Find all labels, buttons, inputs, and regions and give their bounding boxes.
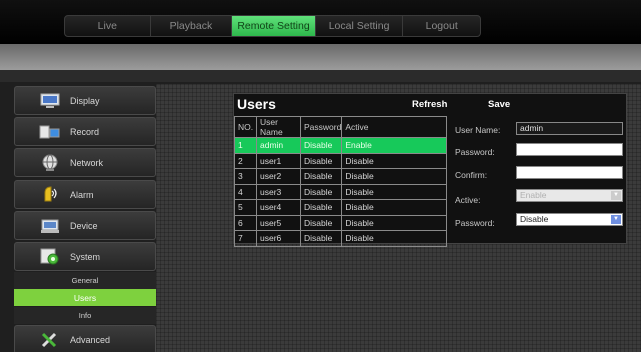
cell-no: 6 [234, 214, 257, 231]
table-row[interactable]: 6 user5 Disable Disable [234, 214, 447, 231]
header-band [0, 44, 641, 70]
active-select[interactable]: Enable ▼ [516, 189, 623, 202]
sidebar-subitem-users[interactable]: Users [14, 289, 156, 306]
cell-password: Disable [299, 137, 343, 154]
cell-active: Disable [341, 230, 447, 247]
password-mode-select[interactable]: Disable ▼ [516, 213, 623, 226]
password-field[interactable] [516, 143, 623, 156]
cell-password: Disable [299, 168, 343, 185]
cell-active: Disable [341, 183, 447, 200]
cell-password: Disable [299, 230, 343, 247]
main-nav: Live Playback Remote Setting Local Setti… [64, 15, 481, 37]
confirm-label: Confirm: [455, 170, 488, 180]
cell-no: 2 [234, 152, 257, 169]
nav-remote-setting[interactable]: Remote Setting [232, 16, 316, 36]
table-row[interactable]: 2 user1 Disable Disable [234, 152, 447, 169]
top-bar: Live Playback Remote Setting Local Setti… [0, 0, 641, 44]
active-select-value: Enable [520, 190, 547, 200]
cell-password: Disable [299, 183, 343, 200]
sidebar-item-label: Advanced [70, 334, 111, 345]
cell-no: 4 [234, 183, 257, 200]
sidebar-subitem-info[interactable]: Info [14, 307, 156, 324]
col-header-active: Active [341, 116, 447, 138]
cell-user-name: user2 [256, 168, 301, 185]
refresh-button[interactable]: Refresh [412, 99, 447, 110]
col-header-no: NO. [234, 116, 257, 138]
table-row[interactable]: 4 user3 Disable Disable [234, 183, 447, 200]
sidebar-item-label: System [70, 251, 101, 262]
cell-no: 5 [234, 199, 257, 216]
tools-icon [39, 331, 61, 349]
sidebar-item-display[interactable]: Display [14, 86, 156, 115]
cell-no: 7 [234, 230, 257, 247]
sidebar-item-system[interactable]: System [14, 242, 156, 271]
cell-user-name: user5 [256, 214, 301, 231]
table-row[interactable]: 1 admin Disable Enable [234, 137, 447, 154]
user-edit-form: User Name: admin Password: Confirm: Acti… [453, 116, 625, 241]
chevron-down-icon: ▼ [611, 191, 621, 200]
sidebar-item-label: Record [70, 126, 100, 137]
sidebar-item-advanced[interactable]: Advanced [14, 325, 156, 352]
sidebar-item-label: Network [70, 157, 104, 168]
cell-user-name: user1 [256, 152, 301, 169]
sidebar-item-label: Display [70, 95, 100, 106]
sidebar-item-label: Device [70, 220, 98, 231]
sidebar-item-record[interactable]: Record [14, 117, 156, 146]
password-label: Password: [455, 147, 495, 157]
password-mode-select-value: Disable [520, 214, 549, 224]
globe-icon [39, 154, 61, 172]
cell-active: Enable [341, 137, 447, 154]
table-header-row: NO. User Name Password Active [234, 116, 447, 138]
monitor-icon [39, 92, 61, 110]
sidebar-subitem-general[interactable]: General [14, 272, 156, 289]
cell-user-name: user3 [256, 183, 301, 200]
table-row[interactable]: 5 user4 Disable Disable [234, 199, 447, 216]
sidebar-item-alarm[interactable]: Alarm [14, 180, 156, 209]
cell-user-name: admin [256, 137, 301, 154]
sidebar-item-label: Alarm [70, 189, 94, 200]
sidebar-item-network[interactable]: Network [14, 148, 156, 177]
password-mode-label: Password: [455, 218, 495, 228]
cell-user-name: user6 [256, 230, 301, 247]
username-label: User Name: [455, 125, 501, 135]
cell-active: Disable [341, 199, 447, 216]
sidebar-item-device[interactable]: Device [14, 211, 156, 240]
active-label: Active: [455, 195, 481, 205]
header-divider [0, 70, 641, 82]
alarm-icon [39, 185, 61, 204]
cell-password: Disable [299, 214, 343, 231]
nav-logout[interactable]: Logout [403, 16, 480, 36]
cell-password: Disable [299, 199, 343, 216]
nav-local-setting[interactable]: Local Setting [316, 16, 404, 36]
camera-icon [39, 123, 61, 141]
users-table: NO. User Name Password Active 1 admin Di… [234, 116, 447, 247]
cell-password: Disable [299, 152, 343, 169]
save-button[interactable]: Save [488, 99, 510, 110]
cell-no: 1 [234, 137, 257, 154]
nav-live[interactable]: Live [65, 16, 151, 36]
cell-active: Disable [341, 168, 447, 185]
table-row[interactable]: 7 user6 Disable Disable [234, 230, 447, 247]
chevron-down-icon: ▼ [611, 215, 621, 224]
table-row[interactable]: 3 user2 Disable Disable [234, 168, 447, 185]
panel-title: Users [237, 96, 276, 112]
users-panel: Users Refresh Save NO. User Name Passwor… [233, 93, 627, 247]
username-field[interactable]: admin [516, 122, 623, 135]
system-icon [39, 248, 61, 266]
cell-active: Disable [341, 214, 447, 231]
cell-active: Disable [341, 152, 447, 169]
cell-user-name: user4 [256, 199, 301, 216]
col-header-password: Password [299, 116, 343, 138]
confirm-field[interactable] [516, 166, 623, 179]
col-header-user-name: User Name [256, 116, 301, 138]
sidebar: Display Record Network Alarm Device Syst… [14, 84, 156, 352]
device-icon [39, 217, 61, 235]
nav-playback[interactable]: Playback [151, 16, 233, 36]
cell-no: 3 [234, 168, 257, 185]
